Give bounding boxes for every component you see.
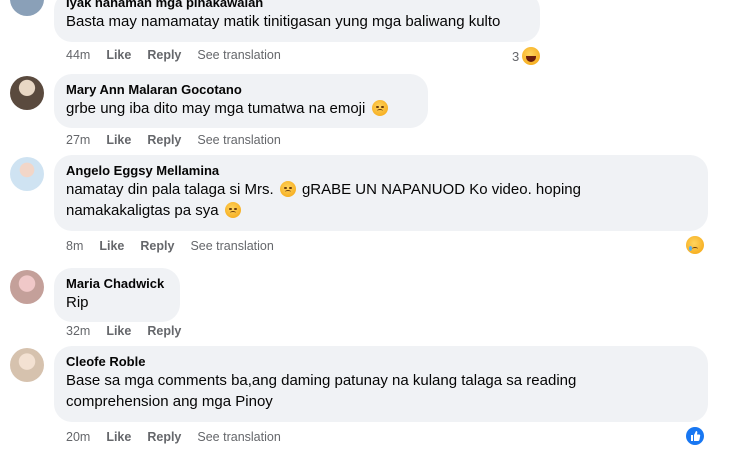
reaction-summary[interactable]: [686, 427, 704, 445]
comment: Cleofe Roble Base sa mga comments ba,ang…: [0, 346, 750, 453]
comment-text: namatay din pala talaga si Mrs. gRABE UN…: [66, 179, 696, 221]
sad-face-emoji-icon: [279, 181, 296, 197]
avatar[interactable]: [10, 0, 44, 16]
reply-button[interactable]: Reply: [147, 430, 181, 444]
see-translation-link[interactable]: See translation: [197, 48, 280, 62]
like-button[interactable]: Like: [106, 133, 131, 147]
sad-face-emoji-icon: [224, 202, 241, 218]
comment-bubble: Cleofe Roble Base sa mga comments ba,ang…: [54, 346, 708, 422]
comment-text-content: grbe ung iba dito may mga tumatwa na emo…: [66, 100, 366, 117]
reaction-summary[interactable]: [686, 236, 704, 254]
avatar[interactable]: [10, 76, 44, 110]
see-translation-link[interactable]: See translation: [190, 239, 273, 253]
comment-time[interactable]: 32m: [66, 324, 90, 338]
like-button[interactable]: Like: [106, 430, 131, 444]
comment-actions: 44m Like Reply See translation: [66, 48, 281, 62]
comment-text-part: comprehension ang mga Pinoy: [66, 393, 273, 410]
comment-bubble: Angelo Eggsy Mellamina namatay din pala …: [54, 155, 708, 231]
see-translation-link[interactable]: See translation: [197, 133, 280, 147]
see-translation-link[interactable]: See translation: [197, 430, 280, 444]
comment-time[interactable]: 20m: [66, 430, 90, 444]
avatar[interactable]: [10, 270, 44, 304]
reply-button[interactable]: Reply: [147, 48, 181, 62]
sad-face-emoji-icon: [371, 100, 388, 116]
comment-author[interactable]: Cleofe Roble: [66, 353, 696, 370]
comment-text-part: gRABE UN NAPANUOD Ko video. hoping: [301, 181, 581, 198]
comment-text: Base sa mga comments ba,ang daming patun…: [66, 370, 696, 412]
comment-author[interactable]: Maria Chadwick: [66, 275, 168, 292]
comment: Angelo Eggsy Mellamina namatay din pala …: [0, 155, 750, 265]
comment: Iyak nanaman mga pinakawalan Basta may n…: [0, 0, 750, 70]
comment-bubble: Iyak nanaman mga pinakawalan Basta may n…: [54, 0, 540, 42]
comment-actions: 27m Like Reply See translation: [66, 133, 281, 147]
comment-actions: 32m Like Reply: [66, 324, 181, 338]
reply-button[interactable]: Reply: [140, 239, 174, 253]
comment-author[interactable]: Angelo Eggsy Mellamina: [66, 162, 696, 179]
comment-time[interactable]: 27m: [66, 133, 90, 147]
thumbs-up-icon: [691, 431, 701, 441]
comment-time[interactable]: 8m: [66, 239, 83, 253]
like-icon: [686, 427, 704, 445]
comment-text: Basta may namamatay matik tinitigasan yu…: [66, 13, 501, 30]
reaction-count: 3: [512, 48, 520, 64]
like-button[interactable]: Like: [106, 324, 131, 338]
haha-icon: [522, 47, 541, 65]
comment-author[interactable]: Mary Ann Malaran Gocotano: [66, 81, 416, 98]
comment-text-part: Base sa mga comments ba,ang daming patun…: [66, 372, 577, 389]
like-button[interactable]: Like: [106, 48, 131, 62]
comment-author[interactable]: Iyak nanaman mga pinakawalan: [66, 0, 528, 11]
sad-icon: [686, 236, 704, 254]
comment-bubble: Maria Chadwick Rip: [54, 268, 180, 322]
comment-text: Rip: [66, 294, 89, 311]
avatar[interactable]: [10, 348, 44, 382]
reply-button[interactable]: Reply: [147, 133, 181, 147]
reaction-summary[interactable]: 3: [512, 47, 541, 65]
comment-actions: 8m Like Reply See translation: [66, 239, 274, 253]
like-button[interactable]: Like: [99, 239, 124, 253]
comment-time[interactable]: 44m: [66, 48, 90, 62]
comment-text: grbe ung iba dito may mga tumatwa na emo…: [66, 98, 416, 119]
avatar[interactable]: [10, 157, 44, 191]
comment-bubble: Mary Ann Malaran Gocotano grbe ung iba d…: [54, 74, 428, 128]
comment-text-part: namatay din pala talaga si Mrs.: [66, 181, 274, 198]
reply-button[interactable]: Reply: [147, 324, 181, 338]
comment-text-part: namakakaligtas pa sya: [66, 202, 219, 219]
comment-actions: 20m Like Reply See translation: [66, 430, 281, 444]
comment: Maria Chadwick Rip 32m Like Reply: [0, 268, 750, 348]
comment: Mary Ann Malaran Gocotano grbe ung iba d…: [0, 74, 750, 154]
